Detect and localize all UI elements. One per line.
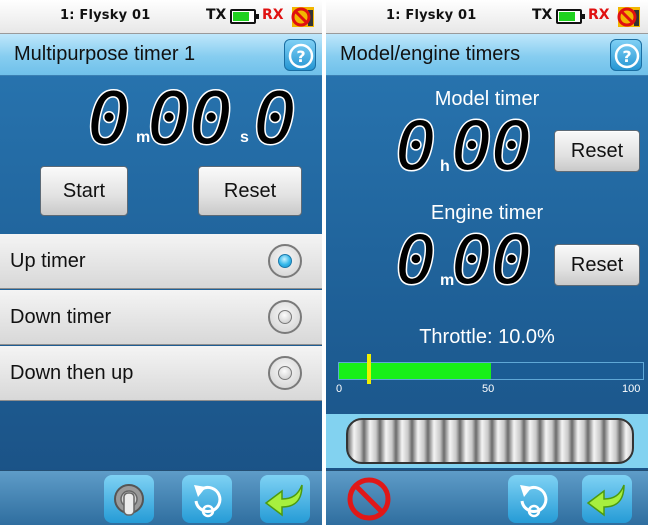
- undo-button[interactable]: [508, 475, 558, 523]
- radio-button[interactable]: [268, 300, 302, 334]
- back-arrow-icon: [586, 484, 625, 517]
- back-arrow-icon: [264, 484, 303, 517]
- radio-button[interactable]: [268, 244, 302, 278]
- help-button[interactable]: ?: [284, 39, 316, 71]
- timer-seconds: 00: [146, 78, 233, 160]
- switch-icon: [114, 484, 144, 516]
- rx-label: RX: [262, 7, 284, 23]
- timer-minutes: 0: [86, 78, 131, 160]
- back-button[interactable]: [582, 475, 632, 523]
- back-button[interactable]: [260, 475, 310, 523]
- tick-label-100: 100: [622, 383, 641, 395]
- help-icon: ?: [288, 43, 314, 69]
- svg-text:?: ?: [296, 47, 305, 66]
- disable-button[interactable]: [344, 475, 394, 523]
- model-name: 1: Flysky 01: [60, 8, 151, 23]
- option-label: Down timer: [10, 306, 112, 328]
- status-bar: 1: Flysky 01 TX RX: [326, 0, 648, 34]
- option-label: Up timer: [10, 250, 86, 272]
- model-timer-reset-button[interactable]: Reset: [554, 130, 640, 172]
- help-icon: ?: [614, 43, 640, 69]
- status-bar: 1: Flysky 01 TX RX: [0, 0, 322, 34]
- tick-label-0: 0: [336, 383, 343, 395]
- page-title: Multipurpose timer 1: [14, 43, 196, 65]
- page-title: Model/engine timers: [340, 43, 521, 65]
- throttle-readout: Throttle: 10.0%: [419, 326, 555, 348]
- timer-tenths: 0: [252, 78, 297, 160]
- model-timer-minutes: 00: [450, 108, 533, 185]
- rx-no-signal-icon: [291, 7, 314, 27]
- reset-button[interactable]: Reset: [198, 166, 302, 216]
- option-label: Down then up: [10, 362, 134, 384]
- radio-button[interactable]: [268, 356, 302, 390]
- option-down-timer[interactable]: Down timer: [0, 290, 322, 345]
- tx-battery-icon: [556, 9, 585, 24]
- no-entry-icon: [347, 477, 391, 521]
- multipurpose-timer-screen: 1: Flysky 01 TX RX Multipurpose timer 1 …: [0, 0, 322, 525]
- engine-timer-reset-button[interactable]: Reset: [554, 244, 640, 286]
- engine-timer-seconds: 00: [450, 222, 533, 299]
- tick-label-50: 50: [482, 383, 495, 395]
- bottom-toolbar: [0, 470, 322, 525]
- undo-button[interactable]: [182, 475, 232, 523]
- option-down-then-up[interactable]: Down then up: [0, 346, 322, 401]
- rx-no-signal-icon: [617, 7, 640, 27]
- model-timer-hours: 0: [395, 108, 438, 185]
- model-name: 1: Flysky 01: [386, 8, 477, 23]
- tx-label: TX: [532, 7, 553, 23]
- svg-text:?: ?: [622, 47, 631, 66]
- tx-label: TX: [206, 7, 227, 23]
- throttle-threshold-fill: [339, 363, 491, 379]
- start-button[interactable]: Start: [40, 166, 128, 216]
- title-bar: Multipurpose timer 1 ?: [0, 34, 322, 76]
- adjust-wheel[interactable]: [346, 418, 634, 464]
- bottom-toolbar: [326, 470, 648, 525]
- seconds-unit: s: [240, 129, 249, 146]
- help-button[interactable]: ?: [610, 39, 642, 71]
- model-engine-timers-screen: 1: Flysky 01 TX RX Model/engine timers ?…: [326, 0, 648, 525]
- hours-unit: h: [440, 158, 450, 175]
- switch-button[interactable]: [104, 475, 154, 523]
- undo-icon: [194, 485, 222, 518]
- adjust-wheel-area: [326, 414, 648, 468]
- option-up-timer[interactable]: Up timer: [0, 234, 322, 289]
- tx-battery-icon: [230, 9, 259, 24]
- throttle-position-marker: [367, 354, 372, 384]
- rx-label: RX: [588, 7, 610, 23]
- throttle-bar: [338, 354, 644, 384]
- title-bar: Model/engine timers ?: [326, 34, 648, 76]
- engine-timer-minutes: 0: [395, 222, 438, 299]
- undo-icon: [520, 485, 548, 518]
